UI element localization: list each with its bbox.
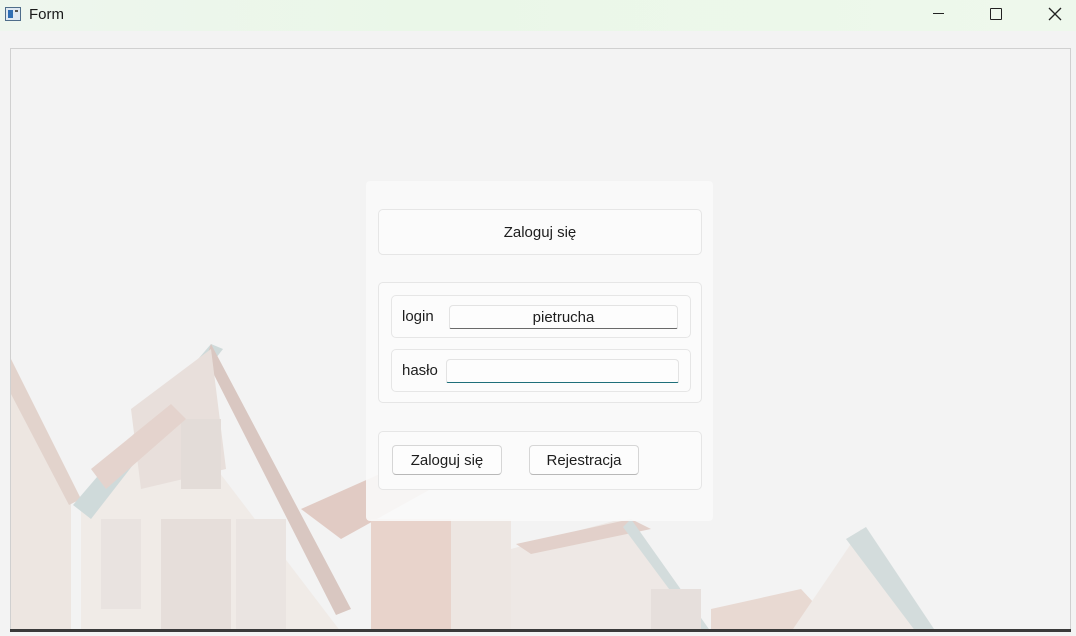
close-button[interactable] <box>1031 0 1076 31</box>
actions-group: Zaloguj się Rejestracja <box>378 431 702 490</box>
form-heading: Zaloguj się <box>503 224 577 241</box>
window-title: Form <box>29 6 64 23</box>
login-label: login <box>402 308 434 325</box>
login-row: login <box>391 295 691 338</box>
maximize-button[interactable] <box>973 0 1019 31</box>
app-window-icon <box>5 7 21 21</box>
heading-group: Zaloguj się <box>378 209 702 255</box>
login-input[interactable] <box>449 305 678 329</box>
credentials-group: login hasło <box>378 282 702 403</box>
password-row: hasło <box>391 349 691 392</box>
password-input[interactable] <box>446 359 679 383</box>
close-icon <box>1048 7 1062 21</box>
password-label: hasło <box>402 362 438 379</box>
register-button[interactable]: Rejestracja <box>529 445 639 475</box>
window-bottom-edge <box>10 629 1071 632</box>
title-bar: Form <box>0 0 1076 31</box>
login-button[interactable]: Zaloguj się <box>392 445 502 475</box>
minimize-button[interactable] <box>915 0 961 31</box>
login-card: Zaloguj się login hasło Zaloguj się Reje… <box>366 181 713 521</box>
